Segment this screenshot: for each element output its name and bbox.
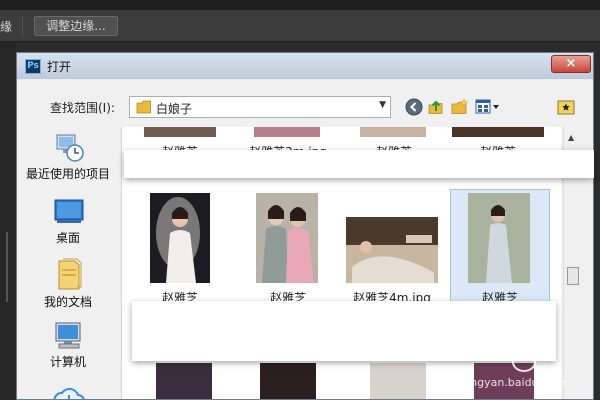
paw-logo-icon <box>506 335 543 372</box>
overlay-panel <box>124 150 594 178</box>
file-thumbnail[interactable] <box>156 363 212 399</box>
baidu-watermark: jingyan.baidu.com <box>456 334 596 396</box>
place-desktop[interactable]: 桌面 <box>17 195 119 249</box>
views-menu-icon[interactable] <box>475 98 501 116</box>
place-label: 桌面 <box>55 231 80 245</box>
computer-icon <box>55 322 81 349</box>
look-in-value: 白娘子 <box>156 102 193 116</box>
file-thumbnail[interactable] <box>144 127 216 137</box>
file-thumbnail[interactable] <box>150 193 210 283</box>
recent-items-icon <box>56 134 84 162</box>
desktop-icon <box>54 199 84 223</box>
scroll-up-icon[interactable]: ▲ <box>568 133 574 142</box>
back-icon[interactable] <box>405 98 423 116</box>
file-thumbnail[interactable] <box>370 363 426 399</box>
file-thumbnail[interactable] <box>468 193 530 283</box>
file-thumbnail[interactable] <box>346 217 438 283</box>
ps-tool-strip <box>0 42 16 400</box>
network-cloud-icon <box>53 388 85 399</box>
ps-menu-bar <box>0 0 600 10</box>
place-label: 我的文档 <box>43 295 92 309</box>
place-network[interactable] <box>17 381 119 399</box>
close-button[interactable]: × <box>551 55 591 73</box>
options-divider <box>22 16 23 36</box>
up-folder-icon[interactable] <box>427 98 445 116</box>
place-label: 计算机 <box>49 355 86 369</box>
file-thumbnail[interactable] <box>260 363 316 399</box>
watermark-text: jingyan.baidu.com <box>464 376 566 389</box>
place-recent-items[interactable]: 最近使用的项目 <box>17 131 119 185</box>
favorite-folder-icon[interactable] <box>557 98 575 116</box>
refine-edge-button[interactable]: 调整边缘... <box>34 16 118 36</box>
place-label: 最近使用的项目 <box>25 167 110 181</box>
ruler-mark <box>6 232 8 302</box>
ps-options-bar: 缘 调整边缘... <box>0 10 600 42</box>
places-bar: 最近使用的项目 桌面 我的文档 计算机 <box>17 127 119 399</box>
file-thumbnail[interactable] <box>452 127 544 137</box>
scrollbar-thumb[interactable] <box>567 267 579 285</box>
dialog-titlebar[interactable]: Ps 打开 × <box>17 53 593 79</box>
file-thumbnail[interactable] <box>256 193 318 283</box>
file-thumbnail[interactable] <box>360 127 426 137</box>
file-thumbnail[interactable] <box>254 127 320 137</box>
dialog-title: 打开 <box>47 60 72 74</box>
place-computer[interactable]: 计算机 <box>17 319 119 373</box>
photoshop-logo-icon: Ps <box>25 59 41 74</box>
new-folder-icon[interactable] <box>451 98 469 116</box>
chevron-down-icon: ▼ <box>379 100 386 110</box>
options-bar-label: 缘 <box>0 20 13 34</box>
documents-icon <box>58 258 82 290</box>
look-in-dropdown[interactable]: 白娘子 ▼ <box>129 96 391 118</box>
look-in-label: 查找范围(I): <box>50 101 115 115</box>
folder-icon <box>136 100 151 114</box>
place-documents[interactable]: 我的文档 <box>17 255 119 315</box>
